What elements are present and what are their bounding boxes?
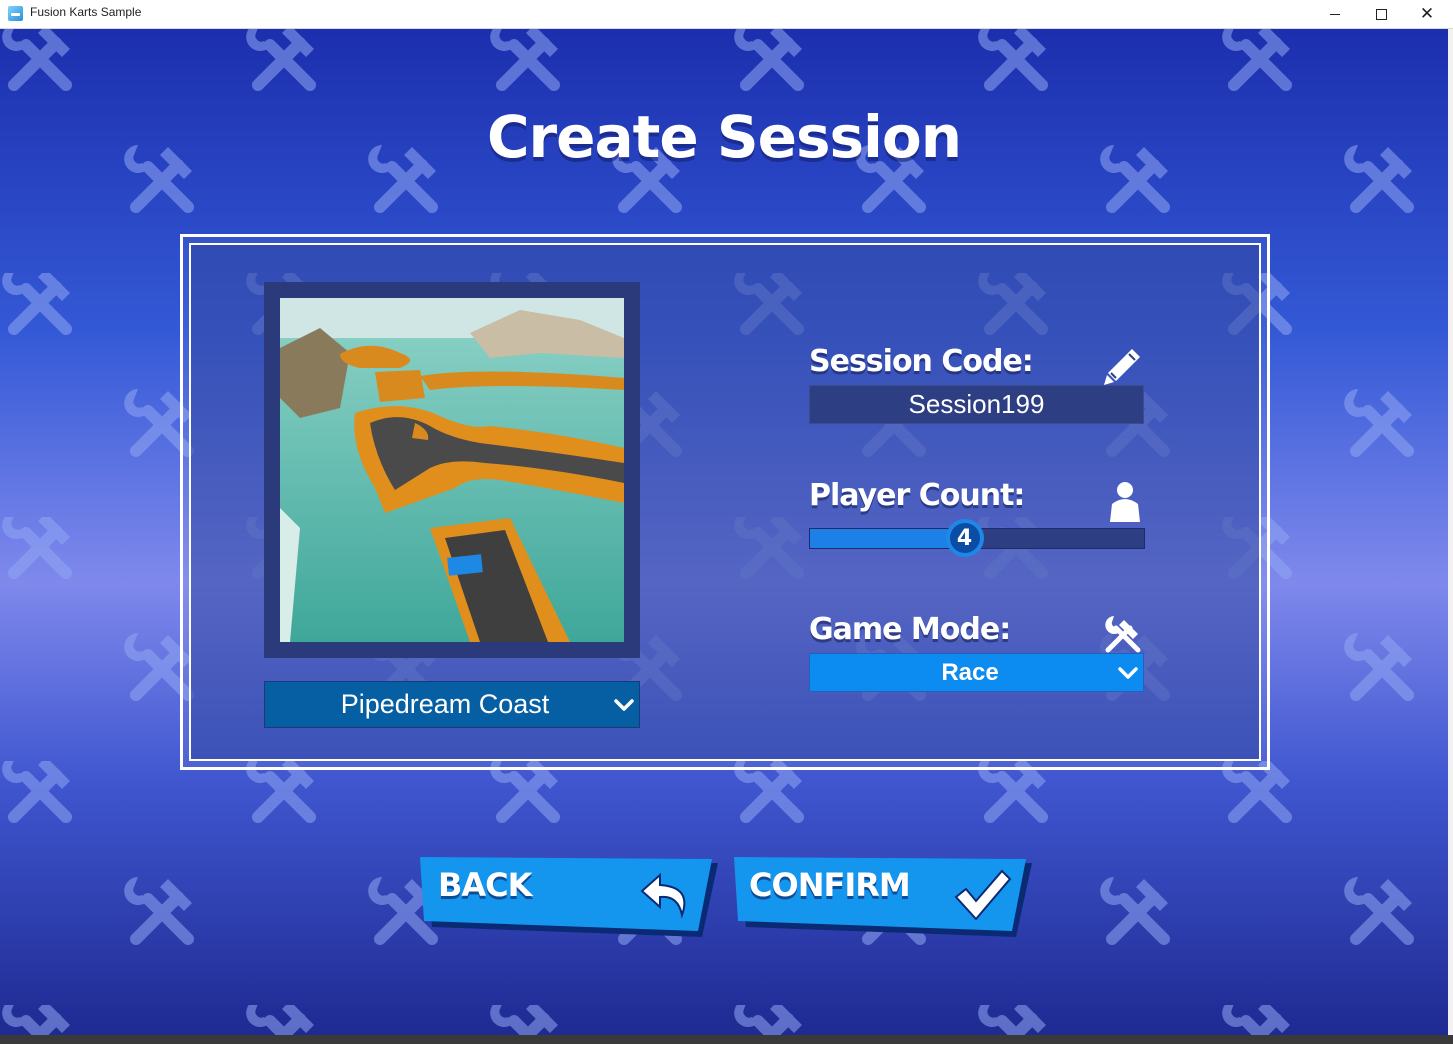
session-code-input[interactable]: Session199 [809,385,1144,424]
track-select-value: Pipedream Coast [340,689,550,719]
player-count-label: Player Count: [809,478,1025,513]
game-mode-dropdown[interactable]: Race [809,653,1144,692]
player-count-slider-handle[interactable]: 4 [945,519,984,557]
checkmark-icon [954,869,1012,921]
confirm-button[interactable]: CONFIRM [734,857,1034,939]
app-icon [8,6,23,21]
close-button[interactable]: ✕ [1404,0,1450,28]
back-button[interactable]: BACK [420,857,720,939]
window-edge [1448,29,1453,1035]
game-mode-label: Game Mode: [809,612,1011,647]
maximize-icon [1375,8,1387,20]
window-titlebar: Fusion Karts Sample ✕ [0,0,1453,29]
minimize-button[interactable] [1312,0,1358,28]
game-mode-value: Race [941,659,999,686]
close-icon: ✕ [1419,4,1435,24]
confirm-button-label: CONFIRM [749,866,911,904]
back-button-label: BACK [438,866,532,904]
player-count-slider-fill [810,529,965,548]
pencil-icon [1104,349,1140,385]
track-select-dropdown[interactable]: Pipedream Coast [264,681,640,728]
hammer-wrench-icon [1105,616,1141,653]
chevron-down-icon [614,699,634,711]
chevron-down-icon [1118,667,1138,679]
player-count-slider[interactable]: 4 [809,519,1145,557]
window-title: Fusion Karts Sample [30,5,142,19]
person-icon [1110,482,1140,522]
page-title: Create Session [486,103,962,171]
minimize-icon [1330,13,1340,15]
session-code-label: Session Code: [809,344,1034,379]
taskbar-edge [0,1035,1453,1044]
session-code-value: Session199 [908,389,1045,419]
undo-arrow-icon [640,872,686,919]
maximize-button[interactable] [1358,0,1404,28]
track-preview-frame [264,282,640,658]
track-preview-image [280,298,624,642]
